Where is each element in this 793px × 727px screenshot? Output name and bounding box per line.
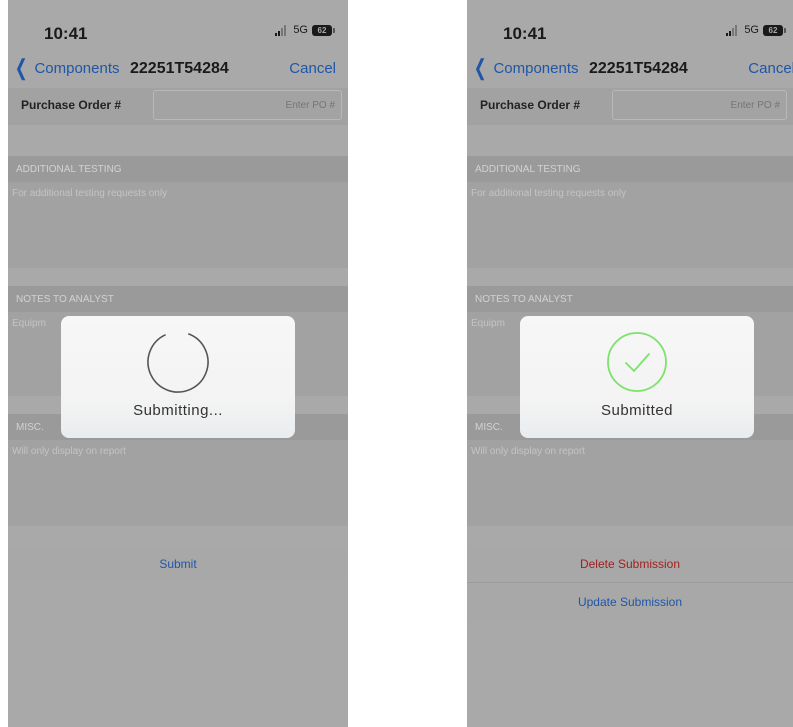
purchase-order-row: Purchase Order #: [8, 88, 348, 125]
hud-label: Submitting...: [133, 402, 223, 419]
page-title: 22251T54284: [130, 60, 229, 77]
field-placeholder: Equipm: [471, 318, 505, 329]
spinner-icon: [147, 331, 209, 393]
network-label: 5G: [293, 24, 308, 36]
nav-bar: ❮ Components 22251T54284 Cancel: [467, 52, 793, 88]
submit-button[interactable]: Submit: [8, 546, 348, 582]
misc-field[interactable]: Will only display on report: [467, 440, 793, 526]
signal-icon: [726, 24, 738, 36]
checkmark-icon: [607, 332, 667, 392]
purchase-order-input[interactable]: [153, 90, 342, 120]
status-bar: 10:41 5G 62: [8, 0, 348, 52]
back-label: Components: [34, 59, 120, 77]
field-placeholder: Will only display on report: [471, 446, 585, 457]
section-header-additional-testing: ADDITIONAL TESTING: [467, 156, 793, 182]
cancel-button[interactable]: Cancel: [289, 60, 336, 77]
status-indicators: 5G 62: [275, 24, 335, 36]
back-button[interactable]: ❮ Components: [471, 55, 579, 80]
section-header-label: NOTES TO ANALYST: [475, 294, 573, 305]
status-time: 10:41: [503, 24, 547, 43]
phone-screen-submitting: 10:41 5G 62 ❮ Components 22251T54284 Can…: [8, 0, 348, 727]
section-header-label: MISC.: [16, 422, 44, 433]
hud-label: Submitted: [600, 402, 674, 419]
nav-bar: ❮ Components 22251T54284 Cancel: [8, 52, 348, 88]
section-header-notes-to-analyst: NOTES TO ANALYST: [467, 286, 793, 312]
field-placeholder: Equipm: [12, 318, 46, 329]
misc-field[interactable]: Will only display on report: [8, 440, 348, 526]
signal-icon: [275, 24, 287, 36]
section-header-additional-testing: ADDITIONAL TESTING: [8, 156, 348, 182]
update-submission-button[interactable]: Update Submission: [467, 584, 793, 620]
additional-testing-field[interactable]: For additional testing requests only: [8, 182, 348, 268]
status-time: 10:41: [44, 24, 88, 43]
chevron-left-icon: ❮: [14, 55, 28, 80]
phone-screen-submitted: 10:41 5G 62 ❮ Components 22251T54284 Can…: [467, 0, 793, 727]
purchase-order-label: Purchase Order #: [21, 98, 122, 112]
battery-icon: 62: [312, 24, 335, 36]
network-label: 5G: [744, 24, 759, 36]
section-header-label: ADDITIONAL TESTING: [16, 164, 122, 175]
additional-testing-field[interactable]: For additional testing requests only: [467, 182, 793, 268]
back-button[interactable]: ❮ Components: [12, 55, 120, 80]
status-indicators: 5G 62: [726, 24, 786, 36]
purchase-order-row: Purchase Order #: [467, 88, 793, 125]
progress-hud: Submitting...: [61, 316, 295, 438]
section-header-notes-to-analyst: NOTES TO ANALYST: [8, 286, 348, 312]
field-placeholder: For additional testing requests only: [12, 188, 168, 199]
cancel-button[interactable]: Cancel: [748, 60, 793, 77]
row-divider: [467, 582, 793, 583]
page-title: 22251T54284: [589, 60, 688, 77]
purchase-order-label: Purchase Order #: [480, 98, 581, 112]
chevron-left-icon: ❮: [473, 55, 487, 80]
section-header-label: ADDITIONAL TESTING: [475, 164, 581, 175]
delete-submission-button[interactable]: Delete Submission: [467, 546, 793, 582]
section-header-label: MISC.: [475, 422, 503, 433]
field-placeholder: Will only display on report: [12, 446, 126, 457]
purchase-order-input[interactable]: [612, 90, 787, 120]
section-header-label: NOTES TO ANALYST: [16, 294, 114, 305]
back-label: Components: [493, 59, 579, 77]
field-placeholder: For additional testing requests only: [471, 188, 627, 199]
status-bar: 10:41 5G 62: [467, 0, 793, 52]
success-hud: Submitted: [520, 316, 754, 438]
battery-icon: 62: [763, 24, 786, 36]
